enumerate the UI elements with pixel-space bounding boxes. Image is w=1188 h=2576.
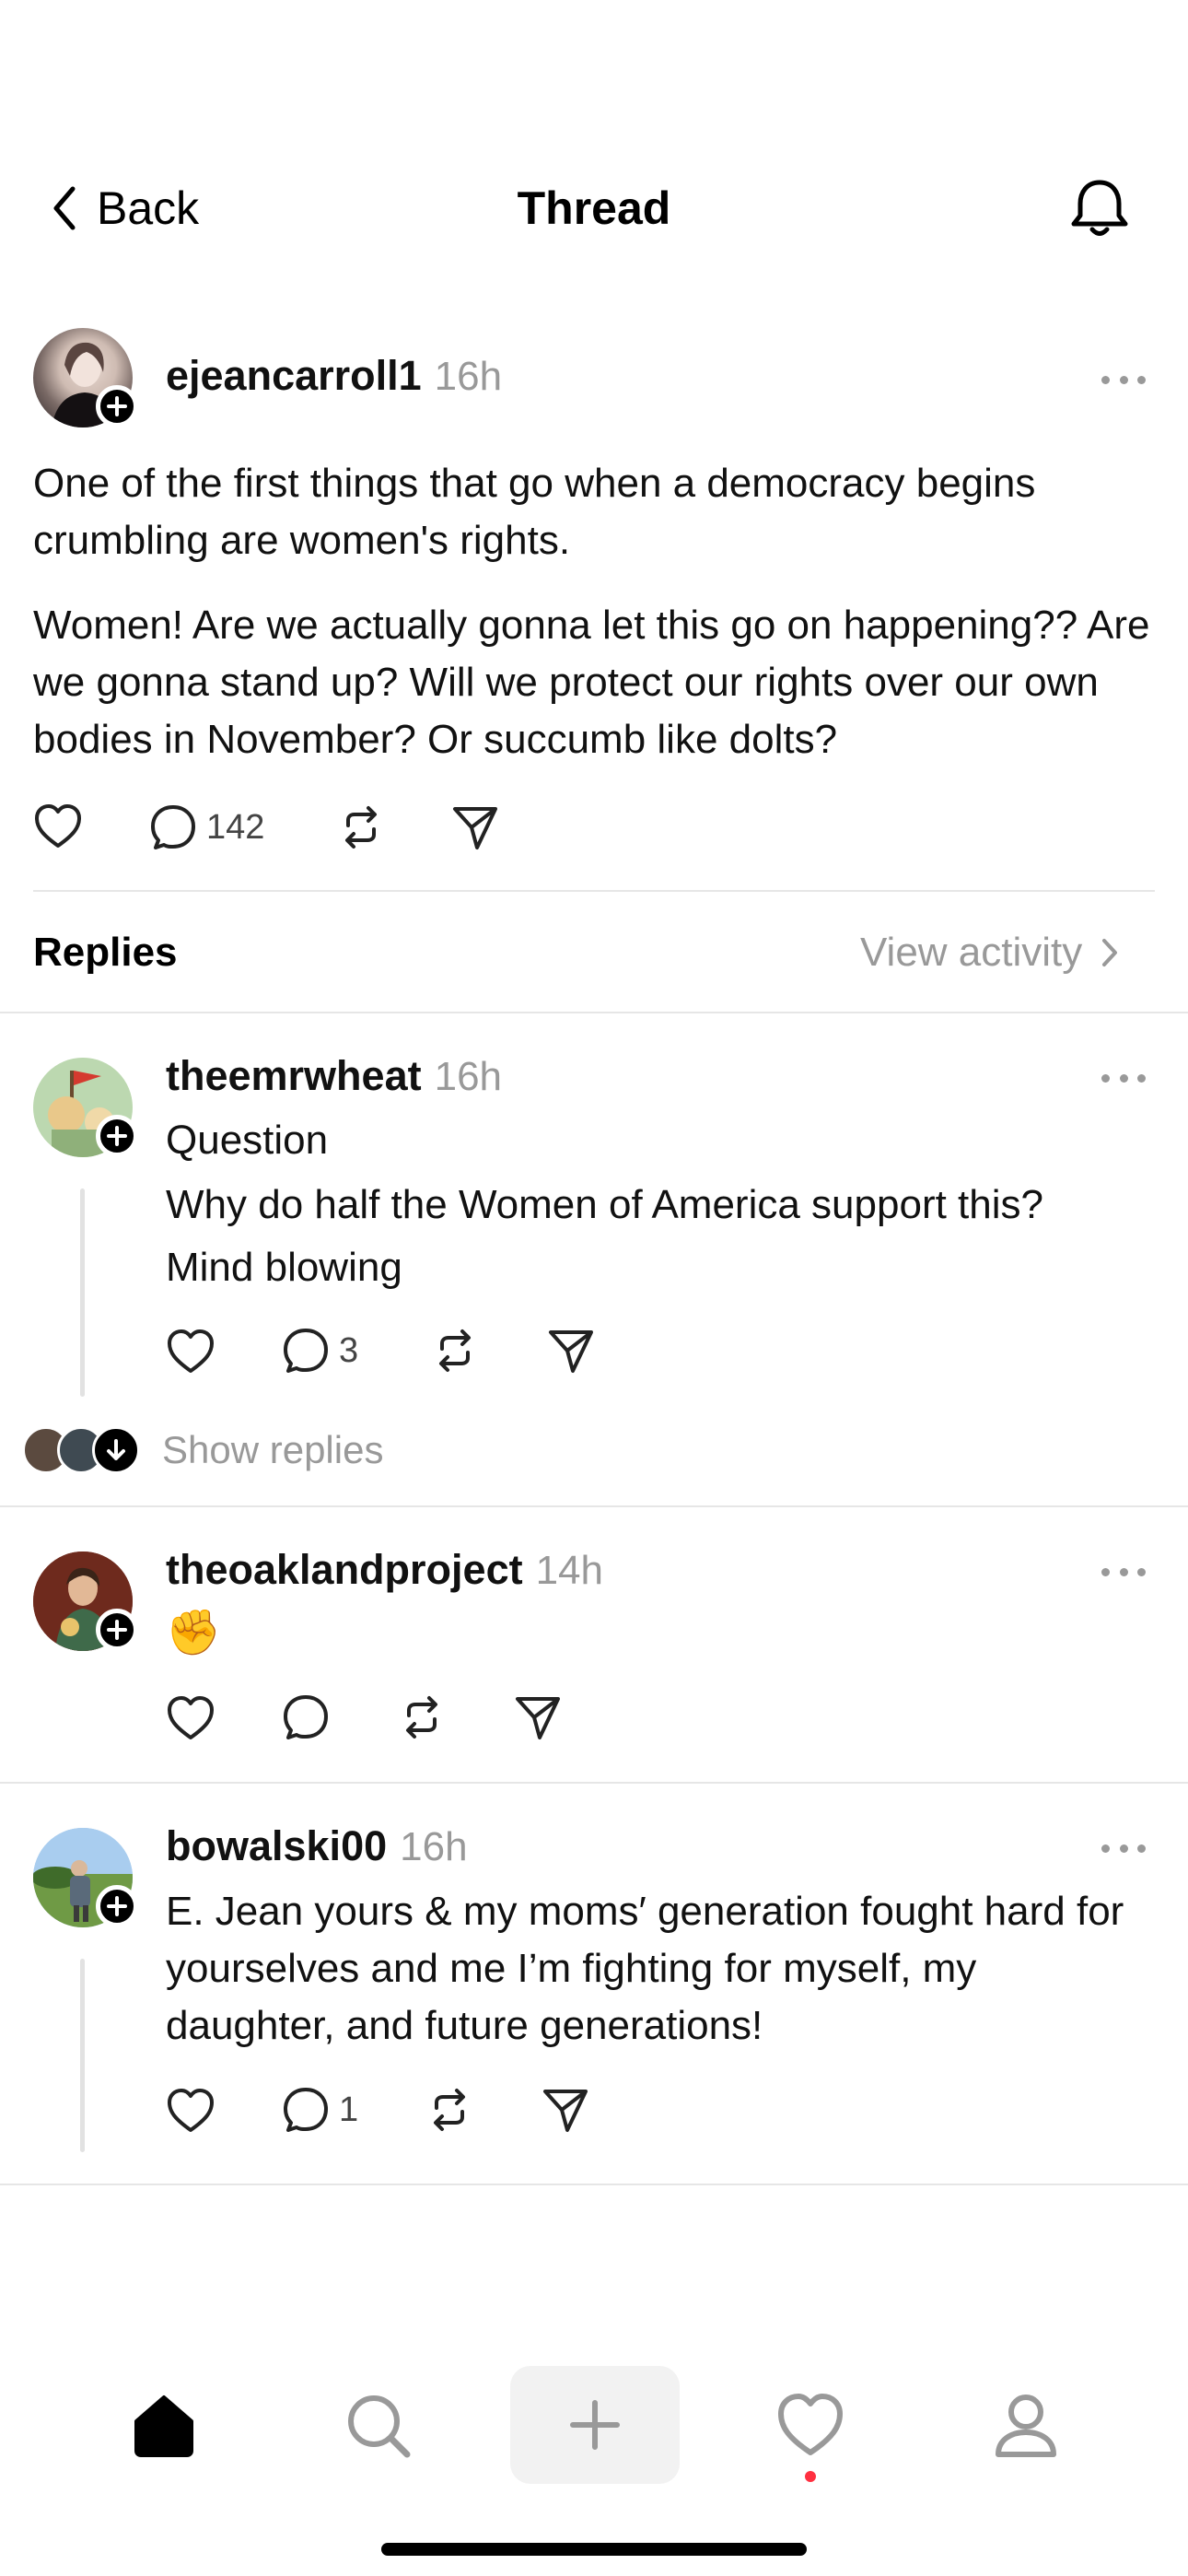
- reply-text-line: Mind blowing: [166, 1245, 402, 1290]
- chevron-right-icon: [1102, 939, 1118, 966]
- share-button[interactable]: [542, 2086, 589, 2134]
- more-options-icon[interactable]: [1101, 1561, 1146, 1583]
- replies-label: Replies: [33, 930, 178, 975]
- post-time: 16h: [434, 354, 503, 399]
- like-button[interactable]: [166, 1695, 215, 1741]
- comment-icon: [284, 1329, 328, 1373]
- repost-icon: [406, 1696, 437, 1739]
- notification-dot: [805, 2471, 816, 2482]
- search-icon: [348, 2395, 411, 2458]
- thread-line: [80, 1959, 85, 2152]
- follow-button[interactable]: [96, 1885, 138, 1927]
- comment-icon: [151, 805, 195, 849]
- home-indicator: [381, 2543, 807, 2556]
- reply-count: 3: [339, 1330, 359, 1370]
- reply-count: 142: [206, 807, 265, 847]
- like-button[interactable]: [33, 803, 83, 849]
- plus-icon: [107, 1620, 127, 1640]
- divider: [0, 1012, 1188, 1013]
- home-icon: [134, 2395, 193, 2457]
- page-title: Thread: [517, 182, 671, 234]
- heart-icon: [168, 2089, 214, 2132]
- repost-button[interactable]: [337, 803, 385, 851]
- repost-icon: [345, 806, 377, 849]
- follow-button[interactable]: [96, 385, 138, 427]
- show-replies-button[interactable]: Show replies: [22, 1426, 383, 1474]
- share-button[interactable]: [514, 1693, 562, 1741]
- repost-icon: [434, 2089, 465, 2131]
- send-icon: [453, 807, 497, 849]
- reply-username[interactable]: theemrwheat: [166, 1052, 422, 1100]
- reply-count: 1: [339, 2090, 359, 2129]
- repost-button[interactable]: [431, 1327, 479, 1375]
- send-icon: [543, 2090, 588, 2132]
- share-button[interactable]: [451, 803, 499, 851]
- show-replies-label: Show replies: [162, 1428, 384, 1471]
- reply-username[interactable]: theoaklandproject: [166, 1546, 523, 1594]
- repost-button[interactable]: [425, 2086, 473, 2134]
- reply-time: 14h: [535, 1548, 603, 1593]
- share-button[interactable]: [547, 1327, 595, 1375]
- like-button[interactable]: [166, 1329, 215, 1375]
- reply-time: 16h: [434, 1054, 503, 1099]
- reply-text: ✊: [166, 1609, 221, 1657]
- more-options-icon[interactable]: [1101, 1067, 1146, 1089]
- compose-icon: [570, 2400, 620, 2450]
- heart-icon: [168, 1696, 214, 1739]
- post-paragraph-1: One of the first things that go when a d…: [33, 461, 1036, 563]
- heart-icon: [35, 804, 81, 848]
- reply-time: 16h: [400, 1824, 468, 1869]
- plus-icon: [107, 1896, 127, 1916]
- tab-profile[interactable]: [991, 2390, 1061, 2460]
- repost-icon: [439, 1329, 471, 1372]
- thread-line: [80, 1188, 85, 1397]
- follow-button[interactable]: [96, 1609, 138, 1651]
- profile-icon: [996, 2395, 1056, 2457]
- view-activity-label: View activity: [860, 930, 1083, 975]
- comment-icon: [284, 2088, 328, 2132]
- bell-icon: [1071, 180, 1128, 236]
- reply-text-line: Why do half the Women of America support…: [166, 1182, 1043, 1227]
- heart-icon: [168, 1329, 214, 1373]
- plus-icon: [107, 1126, 127, 1146]
- repost-button[interactable]: [398, 1693, 446, 1741]
- more-options-icon[interactable]: [1101, 369, 1146, 391]
- divider: [33, 890, 1155, 892]
- notifications-button[interactable]: [1066, 175, 1133, 241]
- post-username[interactable]: ejeancarroll1: [166, 352, 422, 400]
- reply-button[interactable]: 142: [149, 803, 264, 851]
- tab-activity[interactable]: [775, 2392, 845, 2482]
- reply-text: E. Jean yours & my moms′ generation foug…: [166, 1889, 1124, 2048]
- reply-button[interactable]: [282, 1693, 330, 1741]
- reply-text-line: Question: [166, 1118, 329, 1163]
- tab-compose[interactable]: [510, 2366, 680, 2484]
- divider: [0, 1782, 1188, 1784]
- divider: [0, 1505, 1188, 1507]
- post-paragraph-2: Women! Are we actually gonna let this go…: [33, 603, 1150, 762]
- comment-icon: [284, 1695, 328, 1739]
- reply-username[interactable]: bowalski00: [166, 1822, 387, 1870]
- tab-search[interactable]: [343, 2390, 413, 2460]
- send-icon: [516, 1697, 560, 1739]
- view-activity-link[interactable]: View activity: [860, 927, 1119, 978]
- plus-icon: [107, 396, 127, 416]
- tab-home[interactable]: [129, 2390, 199, 2460]
- follow-button[interactable]: [96, 1115, 138, 1157]
- arrow-down-icon: [92, 1426, 140, 1474]
- reply-button[interactable]: 1: [282, 2086, 358, 2134]
- more-options-icon[interactable]: [1101, 1837, 1146, 1859]
- send-icon: [549, 1330, 593, 1373]
- heart-icon: [778, 2394, 843, 2455]
- reply-button[interactable]: 3: [282, 1327, 358, 1375]
- like-button[interactable]: [166, 2088, 215, 2134]
- divider: [0, 2184, 1188, 2185]
